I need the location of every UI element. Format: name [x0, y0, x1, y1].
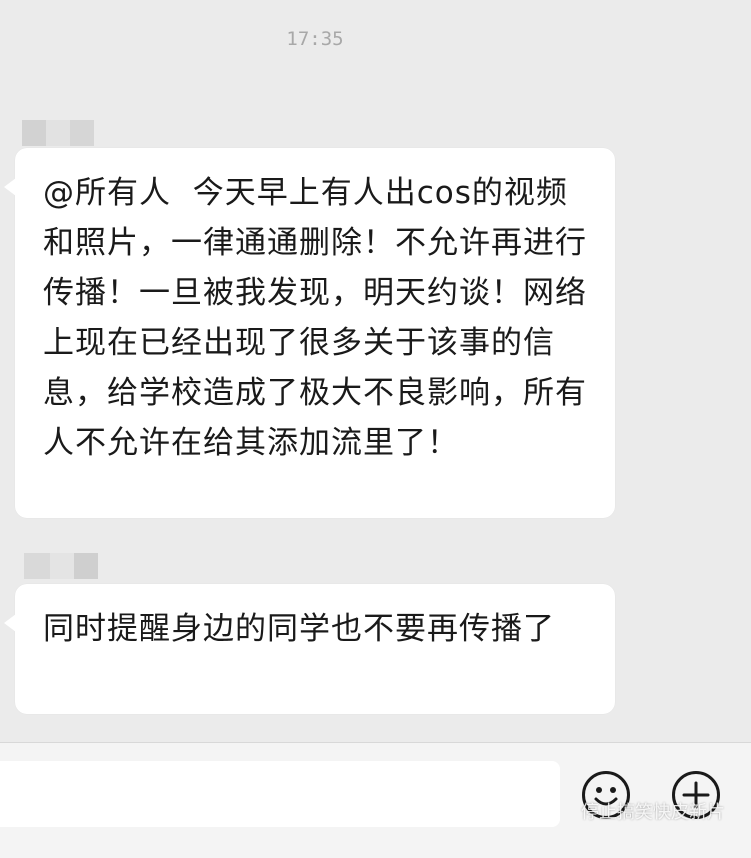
message-bubble[interactable]: @所有人 今天早上有人出cos的视频和照片，一律通通删除！不允许再进行传播！一旦… [4, 148, 615, 518]
sender-name-blurred [22, 120, 94, 146]
source-watermark: 停止搞笑快皮新片 [581, 802, 725, 823]
message-input-field[interactable] [0, 761, 560, 827]
message-text: @所有人 今天早上有人出cos的视频和照片，一律通通删除！不允许再进行传播！一旦… [43, 175, 587, 461]
message-text: 同时提醒身边的同学也不要再传播了 [43, 611, 555, 647]
sender-name-blurred [24, 553, 98, 579]
message-timestamp: 17:35 [286, 28, 344, 50]
message-bubble[interactable]: 同时提醒身边的同学也不要再传播了 [4, 584, 615, 714]
chat-message-area: 17:35 @所有人 今天早上有人出cos的视频和照片，一律通通删除！不允许再进… [0, 0, 751, 742]
message-input-bar: 停止搞笑快皮新片 [0, 742, 751, 858]
